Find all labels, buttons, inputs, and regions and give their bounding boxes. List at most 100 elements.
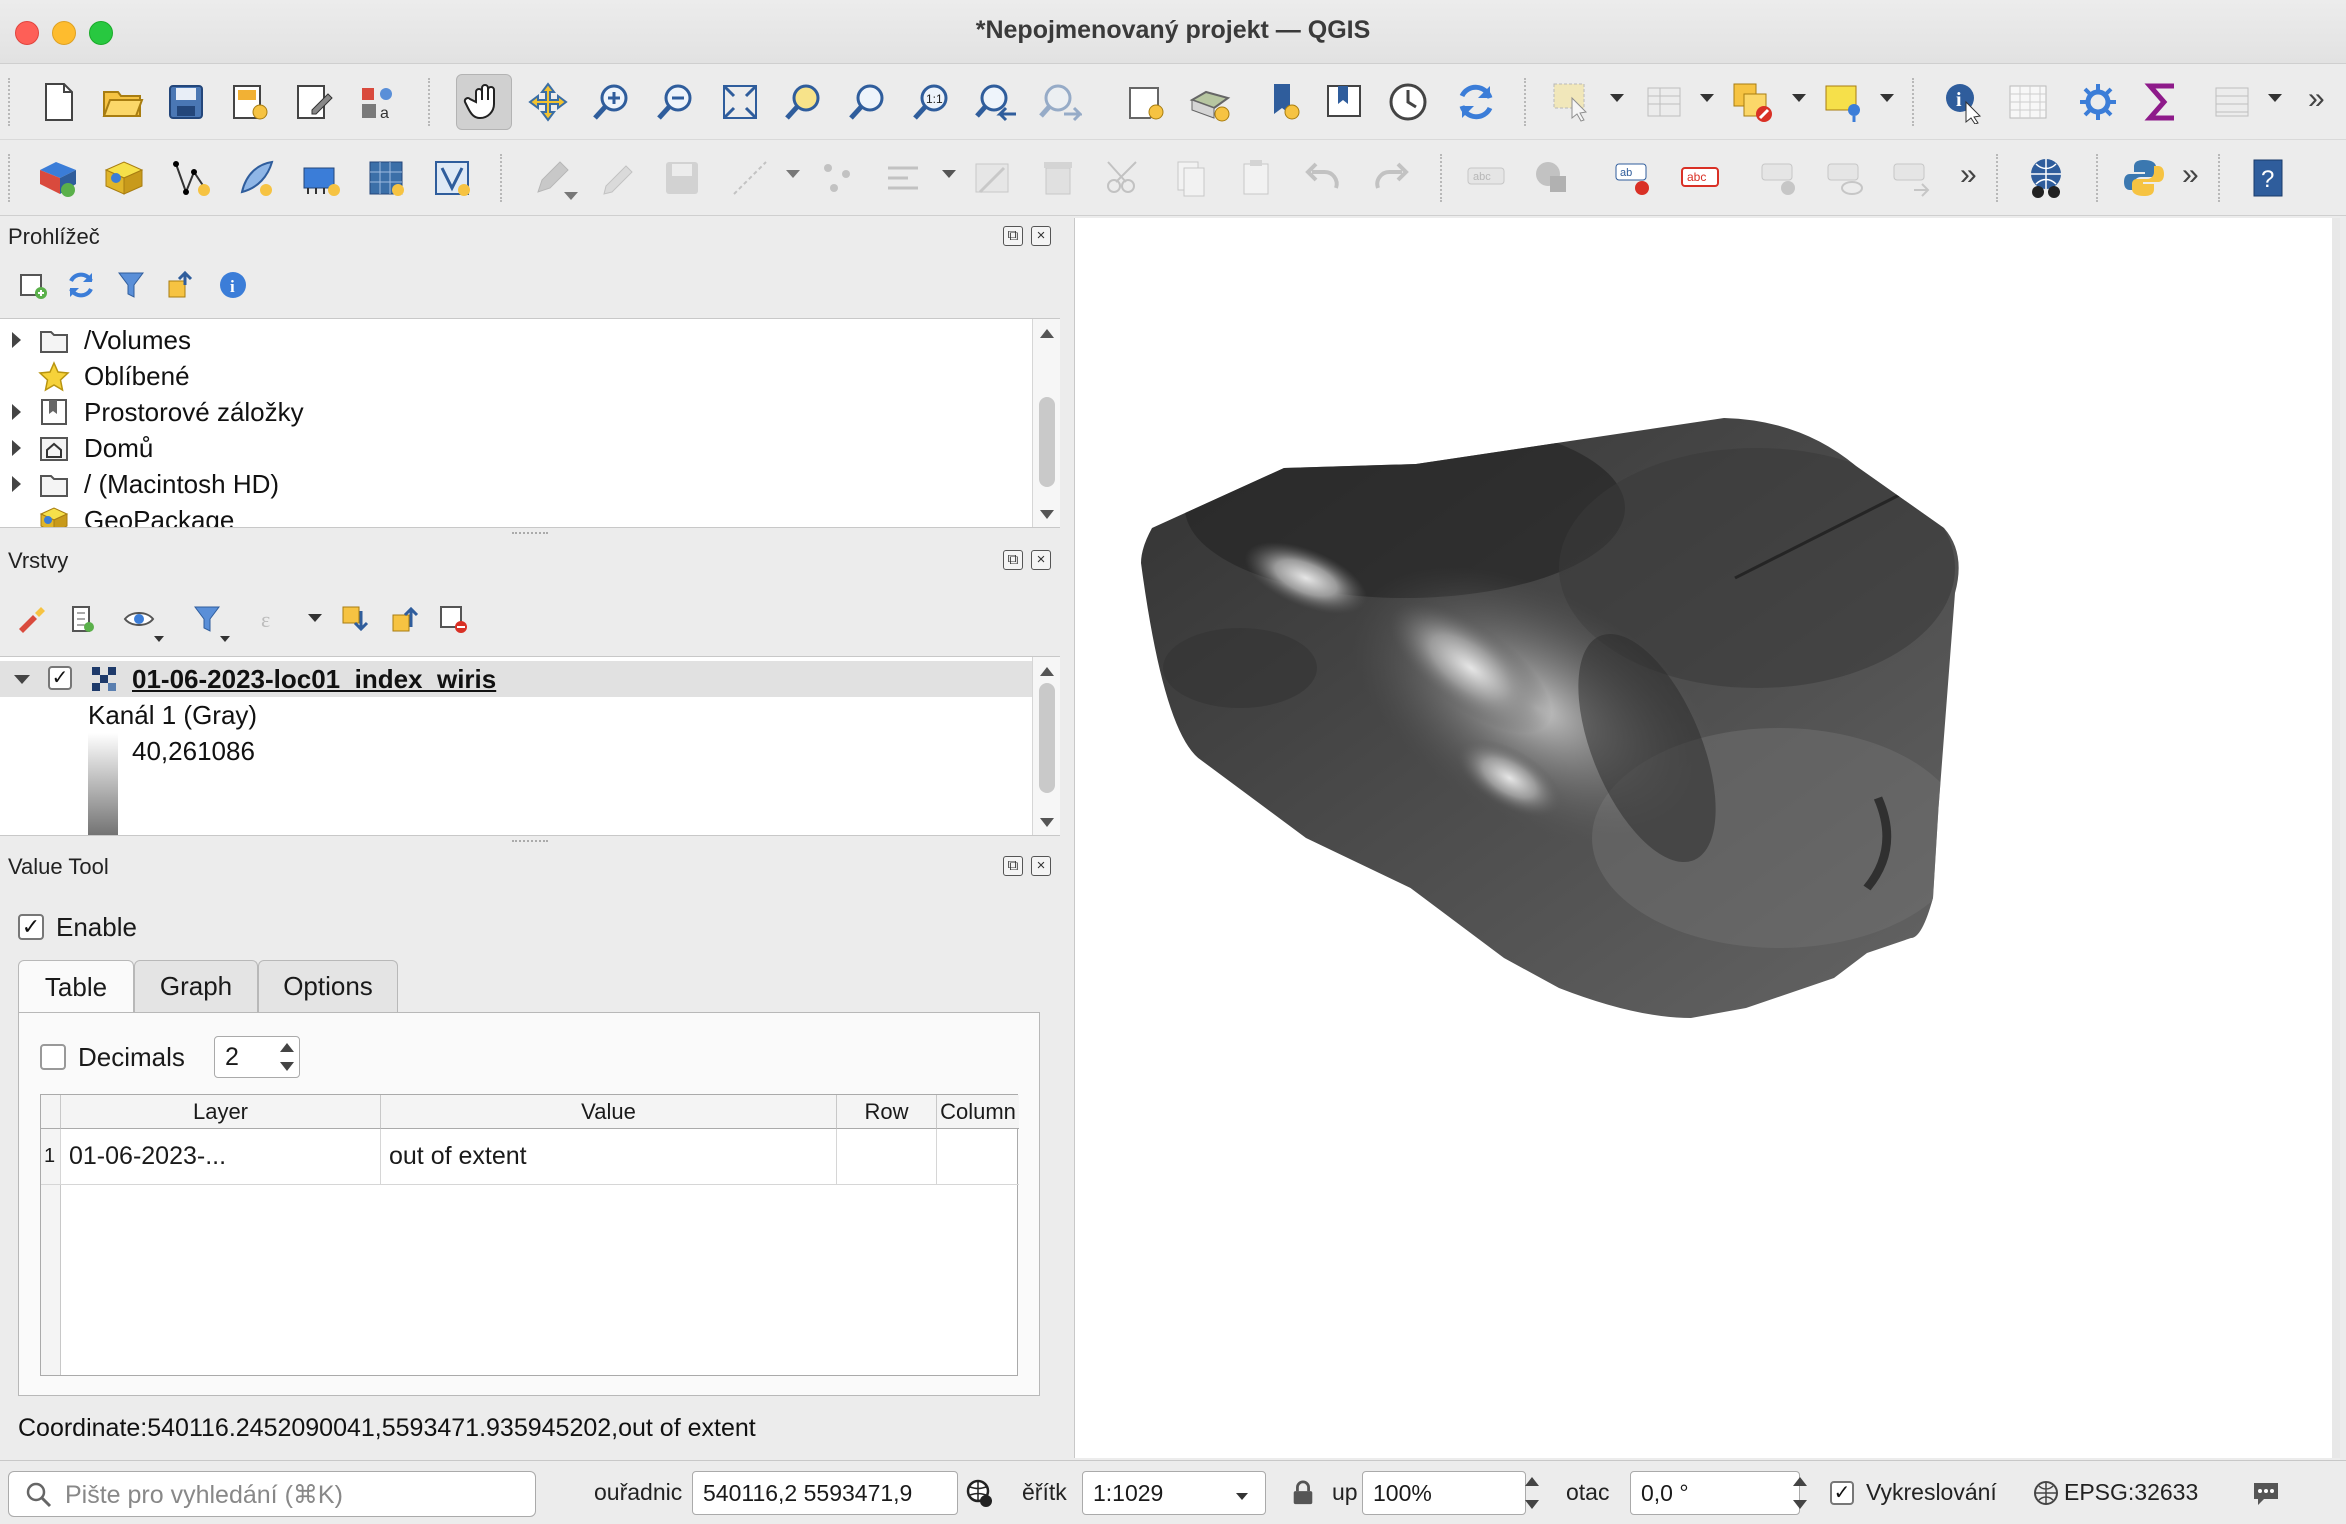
panel-resize-grip[interactable]	[512, 840, 548, 844]
add-selected-layers-icon[interactable]	[14, 266, 52, 304]
temporal-controller-icon[interactable]	[1380, 74, 1436, 130]
annotation-icon[interactable]	[1816, 74, 1872, 130]
label-highlight-icon[interactable]: ab	[1606, 150, 1662, 206]
dropdown-arrow-icon[interactable]	[1880, 94, 1894, 102]
scroll-up-icon[interactable]	[1040, 667, 1054, 676]
decimals-spinbox[interactable]: 2	[214, 1036, 300, 1078]
render-checkbox[interactable]: ✓	[1830, 1481, 1854, 1505]
pan-to-selection-icon[interactable]	[520, 74, 576, 130]
rotation-field[interactable]: 0,0 °	[1630, 1471, 1800, 1515]
toolbar-handle[interactable]	[8, 78, 12, 126]
show-bookmarks-icon[interactable]	[1316, 74, 1372, 130]
browser-item-volumes[interactable]: /Volumes	[0, 322, 1030, 358]
data-source-manager-icon[interactable]	[30, 150, 86, 206]
browser-item-geopackage[interactable]: GeoPackage	[0, 502, 1030, 527]
dropdown-arrow-icon[interactable]	[2268, 94, 2282, 102]
save-project-icon[interactable]	[158, 74, 214, 130]
delete-selected-icon[interactable]	[964, 150, 1020, 206]
zoom-full-icon[interactable]	[712, 74, 768, 130]
filter-expression-icon[interactable]: ε	[254, 600, 292, 638]
attribute-table-icon[interactable]	[1636, 74, 1692, 130]
globe-icon[interactable]	[2018, 150, 2074, 206]
close-panel-icon[interactable]: ×	[1031, 856, 1051, 876]
label-pin-icon[interactable]	[1524, 150, 1580, 206]
pan-map-icon[interactable]	[456, 74, 512, 130]
label-tool-icon[interactable]	[1362, 150, 1418, 206]
dropdown-arrow-icon[interactable]	[220, 636, 230, 642]
new-3d-view-icon[interactable]	[1182, 74, 1238, 130]
magnifier-field[interactable]: 100%	[1362, 1471, 1526, 1515]
add-group-icon[interactable]	[62, 600, 100, 638]
expand-arrow-icon[interactable]	[12, 332, 21, 348]
vertex-tool-icon[interactable]	[810, 150, 866, 206]
manage-visibility-icon[interactable]	[120, 600, 158, 638]
new-project-icon[interactable]	[30, 74, 86, 130]
label-move-icon[interactable]	[1752, 150, 1808, 206]
column-header-value[interactable]: Value	[381, 1095, 837, 1129]
table-cell-column[interactable]	[937, 1129, 1019, 1185]
edit-pencil-icon[interactable]	[588, 150, 644, 206]
browser-scrollbar[interactable]	[1032, 319, 1060, 527]
scroll-thumb[interactable]	[1039, 397, 1055, 487]
statistics-icon[interactable]	[2134, 74, 2190, 130]
expand-arrow-icon[interactable]	[12, 476, 21, 492]
toolbar-overflow-icon[interactable]: »	[1960, 158, 1977, 192]
digitize-line-icon[interactable]	[722, 150, 778, 206]
decimals-checkbox[interactable]	[40, 1044, 66, 1070]
panel-resize-grip[interactable]	[512, 532, 548, 536]
copy-features-icon[interactable]	[1096, 150, 1152, 206]
label-rotate-icon[interactable]	[1818, 150, 1874, 206]
spinbox-arrows-icon[interactable]	[279, 1043, 295, 1071]
dropdown-arrow-icon[interactable]	[942, 170, 956, 178]
dropdown-arrow-icon[interactable]	[308, 614, 322, 622]
browser-item-home[interactable]: Domů	[0, 430, 1030, 466]
toolbar-handle[interactable]	[8, 154, 12, 202]
layer-styling-icon[interactable]	[12, 600, 50, 638]
undock-icon[interactable]: ⧉	[1003, 550, 1023, 570]
dropdown-arrow-icon[interactable]	[1700, 94, 1714, 102]
browser-item-macintosh-hd[interactable]: / (Macintosh HD)	[0, 466, 1030, 502]
python-console-icon[interactable]	[2116, 150, 2172, 206]
table-cell-value[interactable]: out of extent	[381, 1129, 837, 1185]
paste-features-icon[interactable]	[1162, 150, 1218, 206]
expand-arrow-icon[interactable]	[12, 404, 21, 420]
table-cell-layer[interactable]: 01-06-2023-...	[61, 1129, 381, 1185]
close-panel-icon[interactable]: ×	[1031, 226, 1051, 246]
map-canvas[interactable]	[1074, 218, 2340, 1458]
locator-search-input[interactable]: Pište pro vyhledání (⌘K)	[8, 1471, 536, 1517]
crs-globe-icon[interactable]	[2032, 1479, 2060, 1507]
dropdown-arrow-icon[interactable]	[1792, 94, 1806, 102]
vector-digitize-icon[interactable]	[164, 150, 220, 206]
deselect-icon[interactable]	[1724, 74, 1780, 130]
column-header-row[interactable]: Row	[837, 1095, 937, 1129]
scale-dropdown-icon[interactable]	[1236, 1493, 1248, 1500]
scroll-thumb[interactable]	[1039, 683, 1055, 793]
zoom-next-icon[interactable]	[1032, 74, 1088, 130]
undock-icon[interactable]: ⧉	[1003, 226, 1023, 246]
tab-table[interactable]: Table	[18, 960, 134, 1014]
expand-arrow-icon[interactable]	[12, 440, 21, 456]
refresh-browser-icon[interactable]	[62, 266, 100, 304]
lock-scale-icon[interactable]	[1290, 1479, 1316, 1507]
new-bookmark-icon[interactable]	[1256, 74, 1312, 130]
scroll-down-icon[interactable]	[1040, 510, 1054, 519]
redo-icon[interactable]	[1296, 150, 1352, 206]
dropdown-arrow-icon[interactable]	[1610, 94, 1624, 102]
magnifier-spin-icon[interactable]	[1520, 1471, 1544, 1515]
temporary-layer-icon[interactable]	[292, 150, 348, 206]
messages-icon[interactable]	[2250, 1477, 2282, 1509]
browser-item-favorites[interactable]: Oblíbené	[0, 358, 1030, 394]
tab-graph[interactable]: Graph	[134, 960, 258, 1012]
style-manager-icon[interactable]: a	[350, 74, 406, 130]
show-attribute-table-icon[interactable]	[2204, 74, 2260, 130]
layer-row[interactable]: ✓ 01-06-2023-loc01_index_wiris	[0, 661, 1032, 697]
crs-label[interactable]: EPSG:32633	[2064, 1479, 2198, 1506]
new-spatialite-icon[interactable]	[228, 150, 284, 206]
dropdown-arrow-icon[interactable]	[564, 192, 578, 200]
zoom-in-icon[interactable]	[584, 74, 640, 130]
filter-browser-icon[interactable]	[112, 266, 150, 304]
filter-legend-icon[interactable]	[188, 600, 226, 638]
modify-attributes-icon[interactable]	[876, 150, 932, 206]
scroll-down-icon[interactable]	[1040, 818, 1054, 827]
layer-visibility-checkbox[interactable]: ✓	[48, 666, 72, 690]
